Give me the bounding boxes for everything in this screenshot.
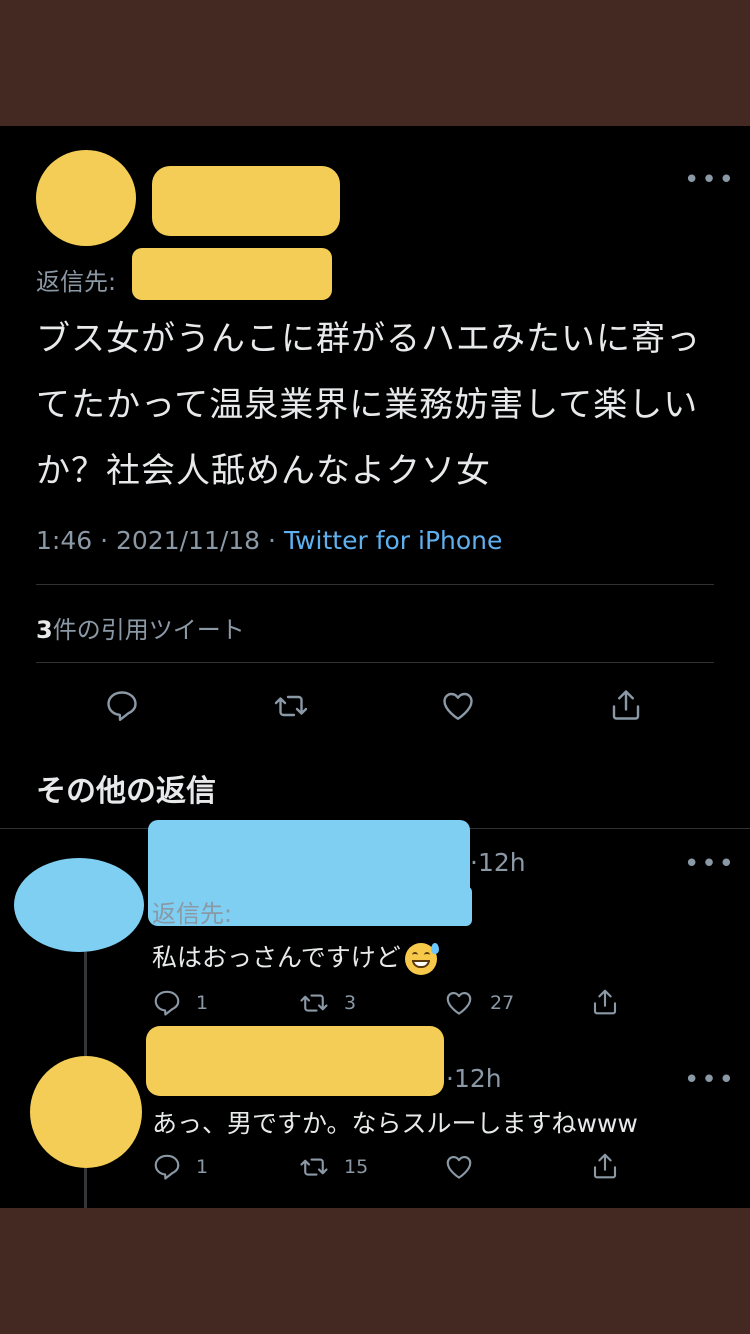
share-icon[interactable]	[590, 1150, 620, 1182]
reply-icon[interactable]	[152, 1152, 182, 1182]
quote-label: 件の引用ツイート	[52, 616, 245, 644]
author-name-redacted[interactable]	[152, 166, 340, 236]
reply-time: ·12h	[470, 848, 526, 877]
share-icon[interactable]	[590, 986, 620, 1018]
quote-count: 3	[36, 616, 53, 644]
sweat-smile-emoji	[404, 943, 439, 975]
retweet-icon[interactable]	[298, 988, 330, 1018]
reply-to-label: 返信先:	[36, 268, 117, 296]
more-replies-heading: その他の返信	[36, 774, 216, 809]
reply-count: 1	[196, 1156, 209, 1178]
more-icon[interactable]: •••	[684, 167, 736, 193]
like-icon[interactable]	[444, 1152, 474, 1182]
like-icon[interactable]	[440, 688, 476, 724]
retweet-count: 3	[344, 992, 357, 1014]
retweet-icon[interactable]	[298, 1152, 330, 1182]
author-avatar[interactable]	[36, 150, 136, 246]
reply-avatar[interactable]	[14, 858, 144, 952]
reply-avatar[interactable]	[30, 1056, 142, 1168]
quote-tweets-link[interactable]: 3件の引用ツイート	[36, 610, 245, 645]
like-icon[interactable]	[444, 988, 474, 1018]
thread-line	[84, 952, 87, 1056]
tweet-body: ブス女がうんこに群がるハエみたいに寄ってたかって温泉業界に業務妨害して楽しいか？…	[36, 319, 701, 491]
divider	[36, 662, 714, 663]
reply-count: 1	[196, 992, 209, 1014]
more-icon[interactable]: •••	[684, 1067, 736, 1093]
tweet-detail-screen: ••• 返信先: ブス女がうんこに群がるハエみたいに寄ってたかって温泉業界に業務…	[0, 126, 750, 1208]
reply-time: ·12h	[446, 1064, 502, 1093]
tweet-time: 1:46	[36, 526, 93, 555]
reply-to-handle-redacted[interactable]	[132, 248, 332, 300]
divider	[36, 584, 714, 585]
reply-icon[interactable]	[152, 988, 182, 1018]
retweet-icon[interactable]	[272, 688, 310, 724]
tweet-date: 2021/11/18	[116, 526, 261, 555]
like-count: 27	[490, 992, 515, 1014]
reply-to-label: 返信先:	[152, 900, 233, 928]
retweet-count: 15	[344, 1156, 369, 1178]
thread-line	[84, 1168, 87, 1208]
reply-text: 私はおっさんですけど	[152, 938, 439, 975]
reply-text: あっ、男ですか。ならスルーしますねwww	[152, 1109, 638, 1138]
more-icon[interactable]: •••	[684, 851, 736, 877]
tweet-source-link[interactable]: Twitter for iPhone	[284, 526, 502, 555]
reply-icon[interactable]	[104, 688, 140, 724]
share-icon[interactable]	[608, 686, 644, 724]
reply-to-handle-redacted[interactable]	[250, 886, 472, 926]
reply-author-redacted[interactable]	[146, 1026, 444, 1096]
tweet-meta: 1:46 · 2021/11/18 · Twitter for iPhone	[36, 526, 503, 555]
